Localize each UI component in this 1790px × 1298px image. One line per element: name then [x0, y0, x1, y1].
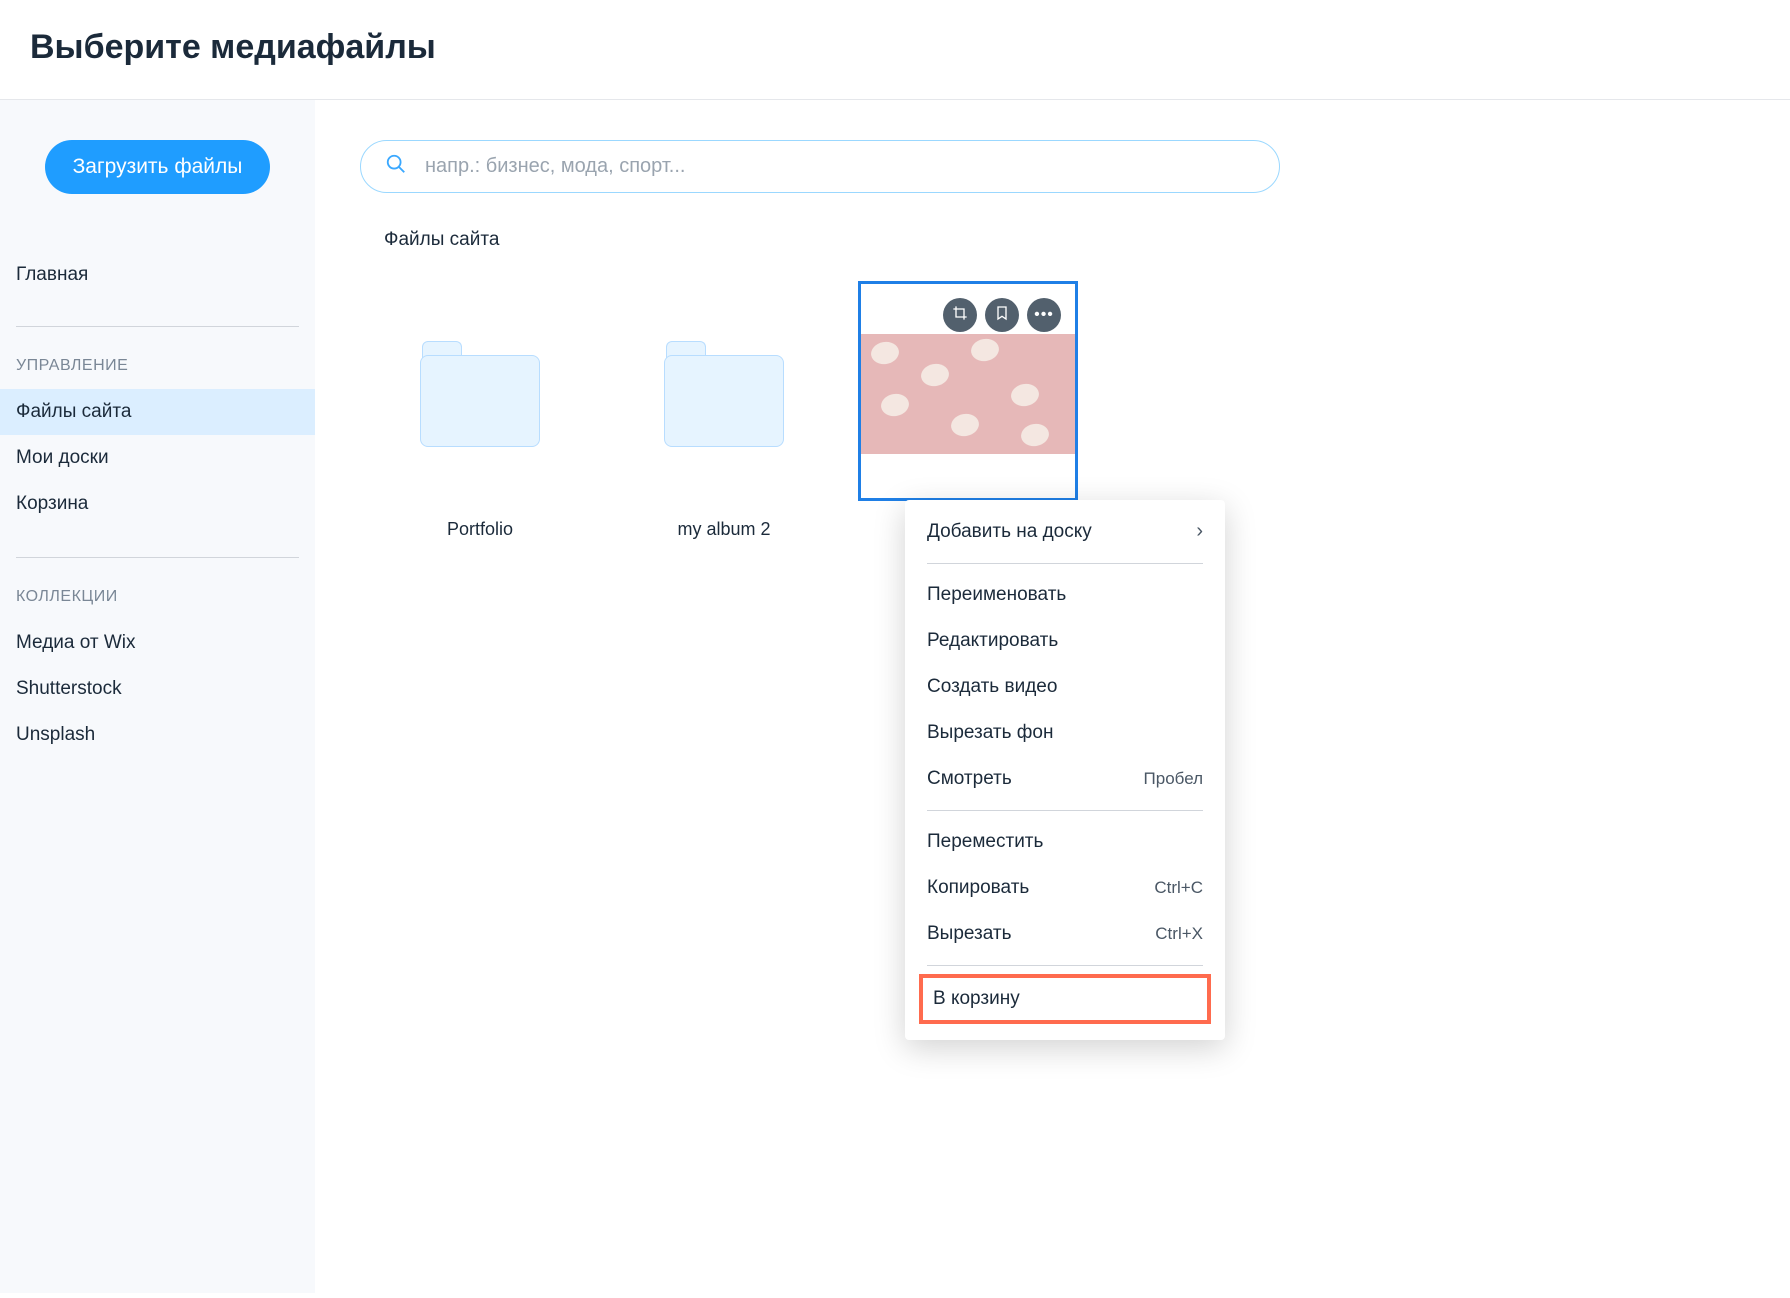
sidebar-section-manage: УПРАВЛЕНИЕ: [0, 357, 315, 389]
image-thumbnail: •••: [858, 281, 1078, 501]
menu-label: Добавить на доску: [927, 521, 1092, 543]
breadcrumb[interactable]: Файлы сайта: [360, 223, 1790, 281]
bookmark-icon: [994, 305, 1010, 326]
menu-label: Копировать: [927, 877, 1029, 899]
crop-icon: [952, 305, 968, 326]
menu-cut-background[interactable]: Вырезать фон: [905, 710, 1225, 756]
menu-label: Создать видео: [927, 676, 1057, 698]
folder-tile-portfolio[interactable]: Portfolio: [370, 281, 590, 540]
menu-label: В корзину: [933, 988, 1020, 1009]
menu-label: Вырезать фон: [927, 722, 1053, 744]
menu-edit[interactable]: Редактировать: [905, 618, 1225, 664]
folder-label: Portfolio: [370, 519, 590, 540]
search-input[interactable]: [425, 155, 1255, 178]
upload-files-button[interactable]: Загрузить файлы: [45, 140, 271, 194]
menu-add-to-board[interactable]: Добавить на доску ›: [905, 508, 1225, 555]
crop-button[interactable]: [943, 298, 977, 332]
folder-label: my album 2: [614, 519, 834, 540]
menu-label: Переместить: [927, 831, 1043, 853]
sidebar-item-home[interactable]: Главная: [0, 254, 315, 296]
menu-copy[interactable]: Копировать Ctrl+C: [905, 865, 1225, 911]
menu-separator: [927, 810, 1203, 811]
search-icon: [385, 153, 407, 180]
thumbnail-actions: •••: [943, 298, 1061, 332]
sidebar-item-shutterstock[interactable]: Shutterstock: [0, 666, 315, 712]
context-menu: Добавить на доску › Переименовать Редакт…: [905, 500, 1225, 1040]
divider: [16, 557, 299, 558]
bookmark-button[interactable]: [985, 298, 1019, 332]
menu-move[interactable]: Переместить: [905, 819, 1225, 865]
menu-label: Переименовать: [927, 584, 1066, 606]
menu-label: Редактировать: [927, 630, 1058, 652]
menu-shortcut: Ctrl+X: [1155, 924, 1203, 944]
folder-icon: [420, 341, 540, 441]
image-preview: [861, 334, 1075, 454]
folder-thumbnail: [614, 281, 834, 501]
menu-label: Вырезать: [927, 923, 1012, 945]
header: Выберите медиафайлы: [0, 0, 1790, 100]
search-bar[interactable]: [360, 140, 1280, 193]
sidebar-item-trash[interactable]: Корзина: [0, 481, 315, 527]
more-button[interactable]: •••: [1027, 298, 1061, 332]
menu-shortcut: Ctrl+C: [1154, 878, 1203, 898]
folder-tile-my-album-2[interactable]: my album 2: [614, 281, 834, 540]
main-content: Файлы сайта Portfolio my album 2: [315, 100, 1790, 1293]
folder-thumbnail: [370, 281, 590, 501]
menu-label: Смотреть: [927, 768, 1012, 790]
sidebar-section-collections: КОЛЛЕКЦИИ: [0, 588, 315, 620]
sidebar-item-wix-media[interactable]: Медиа от Wix: [0, 620, 315, 666]
more-icon: •••: [1034, 307, 1054, 323]
sidebar-item-site-files[interactable]: Файлы сайта: [0, 389, 315, 435]
menu-separator: [927, 563, 1203, 564]
menu-rename[interactable]: Переименовать: [905, 572, 1225, 618]
divider: [16, 326, 299, 327]
menu-to-trash[interactable]: В корзину: [919, 974, 1211, 1024]
chevron-right-icon: ›: [1196, 520, 1203, 543]
menu-create-video[interactable]: Создать видео: [905, 664, 1225, 710]
menu-separator: [927, 965, 1203, 966]
sidebar-item-my-boards[interactable]: Мои доски: [0, 435, 315, 481]
sidebar: Загрузить файлы Главная УПРАВЛЕНИЕ Файлы…: [0, 100, 315, 1293]
menu-view[interactable]: Смотреть Пробел: [905, 756, 1225, 802]
menu-cut[interactable]: Вырезать Ctrl+X: [905, 911, 1225, 957]
folder-icon: [664, 341, 784, 441]
menu-shortcut: Пробел: [1144, 769, 1203, 789]
page-title: Выберите медиафайлы: [30, 28, 1760, 67]
sidebar-item-unsplash[interactable]: Unsplash: [0, 712, 315, 758]
